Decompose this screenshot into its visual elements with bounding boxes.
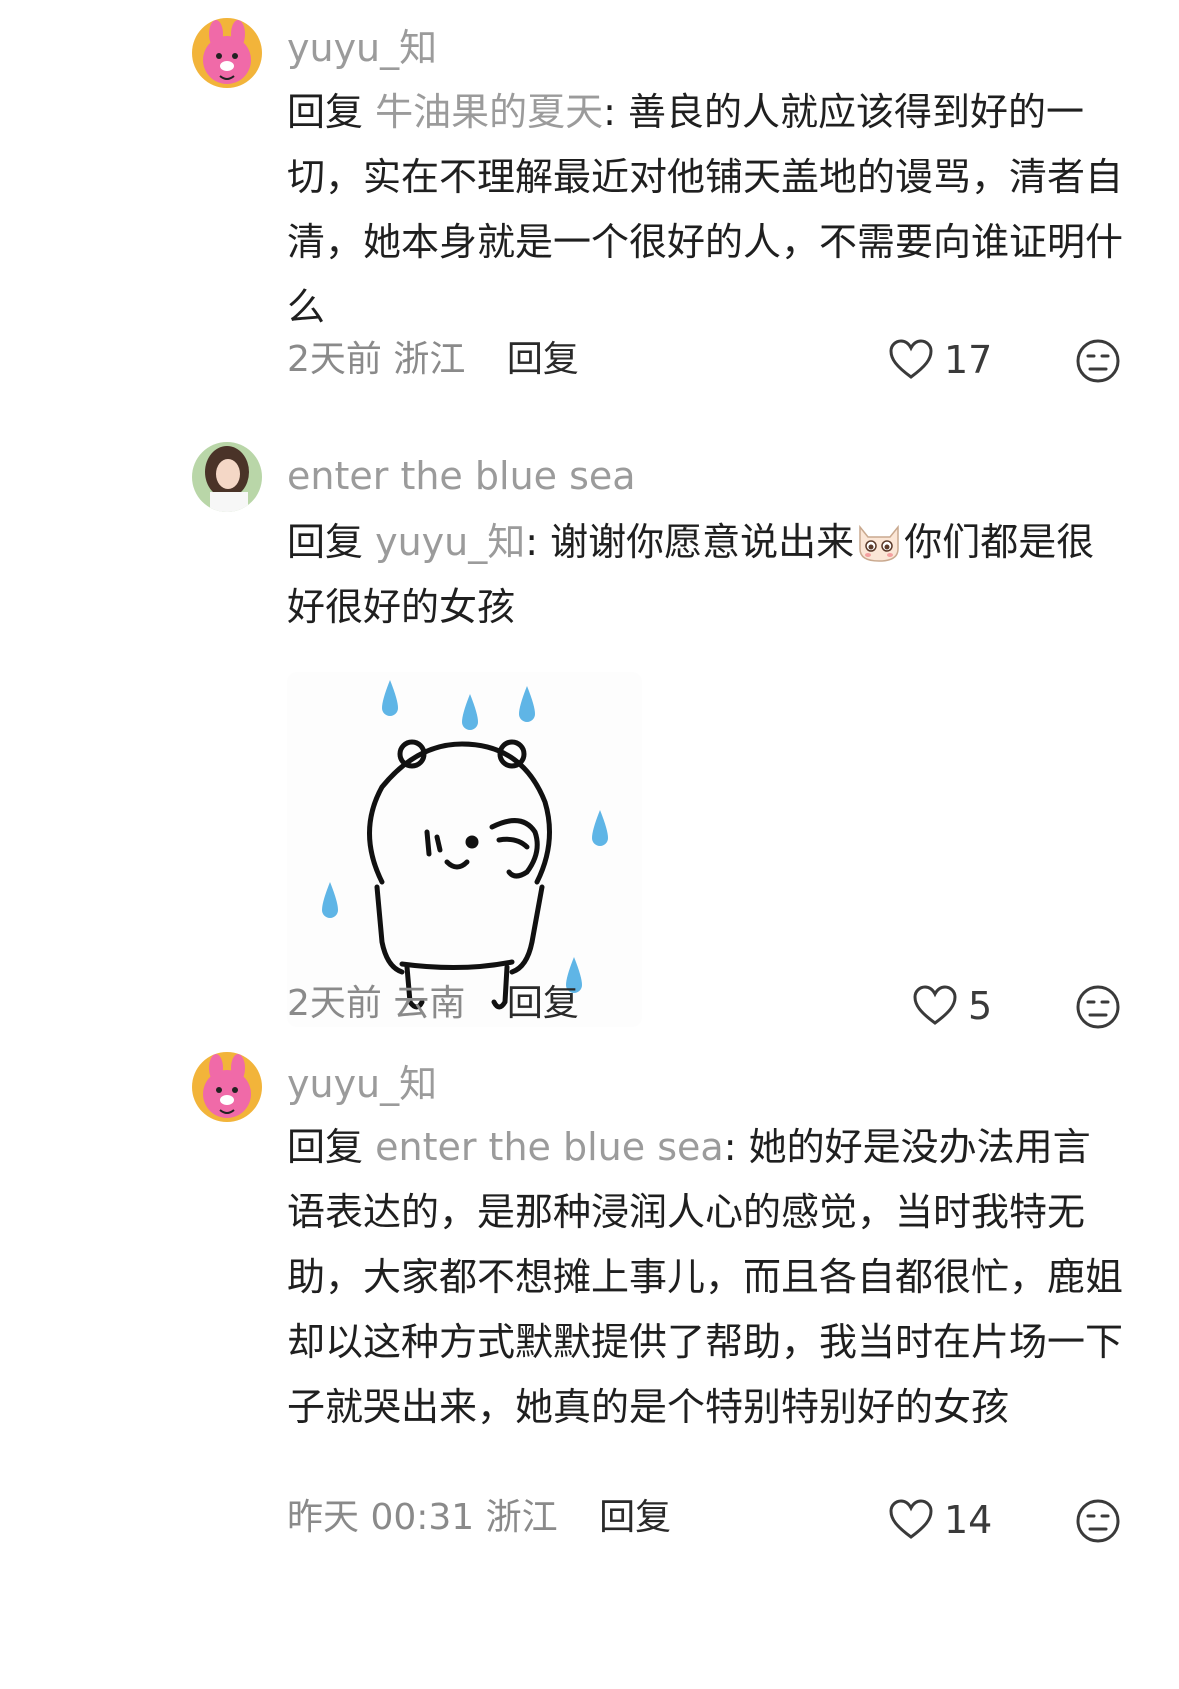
- reply-button[interactable]: 回复: [507, 983, 579, 1024]
- comment-body: 回复 enter the blue sea: 她的好是没办法用言语表达的，是那种…: [287, 1115, 1127, 1440]
- like-count: 14: [944, 1498, 993, 1542]
- reply-prefix: 回复: [287, 520, 364, 564]
- comment-username[interactable]: yuyu_知: [287, 1062, 437, 1106]
- mention-link[interactable]: yuyu_知: [375, 520, 525, 564]
- like-count: 17: [944, 338, 993, 382]
- like-button[interactable]: 5: [912, 984, 992, 1028]
- heart-icon: [889, 1499, 933, 1539]
- crying-cat-emoji-icon: [854, 518, 904, 562]
- dislike-face-icon[interactable]: [1075, 984, 1121, 1030]
- comment-location: 云南: [393, 983, 466, 1024]
- comment-body: 回复 yuyu_知: 谢谢你愿意说出来 你们都是很好很好的女孩: [287, 510, 1127, 640]
- reply-prefix: 回复: [287, 1125, 364, 1169]
- comment-time: 2天前: [287, 983, 382, 1024]
- reply-button[interactable]: 回复: [599, 1497, 671, 1538]
- comment-time: 昨天 00:31: [287, 1497, 475, 1538]
- comment-meta: 2天前 云南 回复: [287, 982, 579, 1026]
- pink-bunny-avatar-icon[interactable]: [192, 18, 262, 88]
- comment-username[interactable]: yuyu_知: [287, 26, 437, 70]
- mention-link[interactable]: 牛油果的夏天: [375, 90, 603, 134]
- reply-prefix: 回复: [287, 90, 364, 134]
- pink-bunny-avatar-icon[interactable]: [192, 1052, 262, 1122]
- like-button[interactable]: 17: [888, 338, 992, 382]
- mention-link[interactable]: enter the blue sea: [375, 1125, 724, 1169]
- girl-photo-avatar-icon[interactable]: [192, 442, 262, 512]
- comment-meta: 2天前 浙江 回复: [287, 338, 579, 382]
- comment-meta: 昨天 00:31 浙江 回复: [287, 1496, 671, 1540]
- comment-username[interactable]: enter the blue sea: [287, 454, 636, 498]
- separator: :: [603, 90, 616, 134]
- like-count: 5: [968, 984, 993, 1028]
- dislike-face-icon[interactable]: [1075, 1498, 1121, 1544]
- comment-text: 她的好是没办法用言语表达的，是那种浸润人心的感觉，当时我特无助，大家都不想摊上事…: [287, 1125, 1124, 1429]
- comment-time: 2天前: [287, 339, 382, 380]
- comment-location: 浙江: [485, 1497, 558, 1538]
- comment-location: 浙江: [393, 339, 466, 380]
- separator: :: [723, 1125, 737, 1169]
- dislike-face-icon[interactable]: [1075, 338, 1121, 384]
- sweating-bear-sticker-icon[interactable]: [287, 672, 642, 1027]
- like-button[interactable]: 14: [888, 1498, 992, 1542]
- comment-text-before-emoji: 谢谢你愿意说出来: [550, 520, 855, 564]
- heart-icon: [913, 985, 957, 1025]
- heart-icon: [889, 339, 933, 379]
- separator: :: [525, 520, 539, 564]
- comment-body: 回复 牛油果的夏天: 善良的人就应该得到好的一切，实在不理解最近对他铺天盖地的谩…: [287, 80, 1127, 340]
- reply-button[interactable]: 回复: [507, 339, 579, 380]
